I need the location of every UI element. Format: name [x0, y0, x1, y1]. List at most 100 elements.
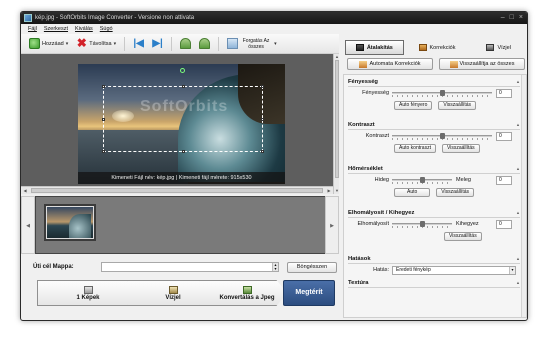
tab-transform[interactable]: Átalakítás [345, 40, 404, 55]
scroll-right-arrow-icon[interactable]: ▶ [325, 187, 333, 194]
strip-right-arrow-icon[interactable]: ▶ [325, 196, 339, 254]
minimize-button[interactable]: – [501, 12, 505, 24]
blur-sharpen-header[interactable]: Elhomályosít / Kihegyez ▲ [348, 209, 520, 218]
rotate-all-button[interactable]: Forgatás Az összes ▾ [225, 36, 279, 52]
crop-handle[interactable] [261, 85, 264, 88]
crop-handle[interactable] [102, 118, 105, 121]
image-viewer[interactable]: SoftOrbits Kimeneti Fájl név: kép.jpg | … [21, 54, 333, 186]
brightness-header[interactable]: Fényesség ▲ [348, 78, 520, 87]
contrast-header[interactable]: Kontraszt ▲ [348, 121, 520, 130]
spinner-arrows-icon[interactable]: ▲ ▼ [272, 263, 278, 271]
crop-handle[interactable] [261, 150, 264, 153]
chevron-down-icon[interactable]: ▼ [509, 266, 515, 274]
first-image-button[interactable]: |◀ [131, 36, 146, 52]
contrast-slider[interactable] [392, 133, 492, 140]
rotate-right-button[interactable] [197, 36, 212, 52]
auto-contrast-button[interactable]: Auto kontraszt [394, 144, 436, 153]
scrollbar-thumb[interactable] [31, 188, 323, 193]
contrast-label: Kontraszt [365, 133, 389, 139]
panel-scrollbar[interactable] [521, 75, 526, 317]
reset-all-button[interactable]: Visszaállítja az összes [439, 58, 525, 70]
corrections-icon [418, 44, 427, 51]
viewer-horizontal-scrollbar[interactable]: ◀ ▶ [21, 186, 333, 194]
collapse-icon[interactable]: ▲ [516, 78, 520, 86]
auto-corrections-label: Automata Korrekciók [369, 61, 421, 67]
slider-knob[interactable] [420, 177, 425, 183]
scrollbar-thumb[interactable] [335, 60, 339, 178]
temperature-slider[interactable] [392, 177, 452, 184]
collapse-icon[interactable]: ▲ [516, 209, 520, 217]
step-images[interactable]: 1 Képek [37, 280, 139, 306]
menu-select[interactable]: Kiválás [75, 24, 93, 34]
thumbnail-image[interactable] [44, 204, 96, 241]
run-button[interactable]: Megtérít [283, 280, 335, 306]
auto-temperature-button[interactable]: Auto [394, 188, 431, 197]
window-controls: – □ × [501, 12, 523, 24]
menu-help[interactable]: Súgó [100, 24, 113, 34]
temperature-value-input[interactable]: 0 [496, 175, 512, 185]
sharpen-label: Kihegyez [456, 221, 479, 227]
viewer-vertical-scrollbar[interactable]: ▲ ▼ [333, 54, 339, 194]
auto-brightness-button[interactable]: Auto fényero [394, 101, 433, 110]
collapse-icon[interactable]: ▲ [516, 279, 520, 287]
temperature-row: Hideg Meleg 0 [348, 174, 520, 186]
crop-handle[interactable] [182, 150, 185, 153]
crop-frame[interactable] [102, 85, 264, 153]
collapse-icon[interactable]: ▲ [516, 121, 520, 129]
menu-file[interactable]: Fájl [28, 24, 37, 34]
last-image-button[interactable]: ▶| [150, 36, 165, 52]
blur-sharpen-value-input[interactable]: 0 [496, 219, 512, 229]
contrast-value-input[interactable]: 0 [496, 131, 512, 141]
rotation-handle[interactable] [180, 68, 185, 73]
contrast-reset-button[interactable]: Visszaállítás [441, 144, 480, 153]
collapse-icon[interactable]: ▲ [516, 165, 520, 173]
slider-knob[interactable] [440, 133, 445, 139]
brightness-slider[interactable] [392, 90, 492, 97]
contrast-title: Kontraszt [348, 122, 375, 128]
close-button[interactable]: × [519, 12, 523, 24]
output-info: Kimeneti Fájl név: kép.jpg | Kimeneti fá… [78, 172, 285, 184]
crop-handle[interactable] [261, 118, 264, 121]
crop-handle[interactable] [102, 150, 105, 153]
toolbar: Hozzáad ▾ ✖ Távolítsa ▾ |◀ ▶| Forgatás A… [21, 34, 339, 54]
add-button[interactable]: Hozzáad ▾ [27, 36, 70, 52]
slider-knob[interactable] [420, 221, 425, 227]
effect-select[interactable]: Eredeti fénykép ▼ [392, 265, 516, 275]
auto-corrections-button[interactable]: Automata Korrekciók [347, 58, 433, 70]
crop-handle[interactable] [182, 85, 185, 88]
tab-corrections[interactable]: Korrekciók [409, 40, 466, 55]
chevron-down-icon: ▾ [65, 40, 69, 47]
scroll-left-arrow-icon[interactable]: ◀ [21, 187, 29, 194]
crop-handle[interactable] [102, 85, 105, 88]
slider-knob[interactable] [440, 90, 445, 96]
settings-pane: Átalakítás Korrekciók Vízjel Automata Ko… [343, 36, 527, 318]
menu-edit[interactable]: Szerkeszt [44, 24, 68, 34]
strip-left-arrow-icon[interactable]: ◀ [21, 196, 35, 254]
maximize-button[interactable]: □ [510, 12, 514, 24]
tab-transform-label: Átalakítás [366, 44, 393, 51]
brightness-section: Fényesség ▲ Fényesség 0 Auto fényero Vis… [348, 78, 520, 111]
scroll-down-arrow-icon[interactable]: ▼ [334, 188, 340, 194]
step-convert[interactable]: Konvertálás a Jpeg [199, 280, 287, 306]
collapse-icon[interactable]: ▲ [516, 255, 520, 263]
brightness-row: Fényesség 0 [348, 87, 520, 99]
texture-header[interactable]: Textúra ▲ [348, 279, 520, 288]
remove-button[interactable]: ✖ Távolítsa ▾ [74, 36, 118, 52]
brightness-value-input[interactable]: 0 [496, 88, 512, 98]
blur-sharpen-section: Elhomályosít / Kihegyez ▲ Elhomályosít K… [348, 209, 520, 242]
step-watermark[interactable]: Vízjel [127, 280, 211, 306]
effects-title: Hatások [348, 256, 371, 262]
blur-sharpen-slider[interactable] [392, 221, 452, 228]
temperature-reset-button[interactable]: Visszaállítás [436, 188, 474, 197]
rotate-left-icon [180, 38, 192, 49]
remove-label: Távolítsa [89, 40, 112, 47]
watermark-icon [168, 285, 178, 294]
rotate-left-button[interactable] [178, 36, 193, 52]
destination-folder-input[interactable]: ▲ ▼ [101, 262, 279, 272]
brightness-reset-button[interactable]: Visszaállítás [438, 101, 477, 110]
effects-header[interactable]: Hatások ▲ [348, 255, 520, 264]
tab-watermark[interactable]: Vízjel [470, 40, 527, 55]
temperature-header[interactable]: Hőmérséklet ▲ [348, 165, 520, 174]
browse-button[interactable]: Böngésszen [287, 261, 337, 273]
blur-reset-button[interactable]: Visszaállítás [444, 232, 482, 241]
